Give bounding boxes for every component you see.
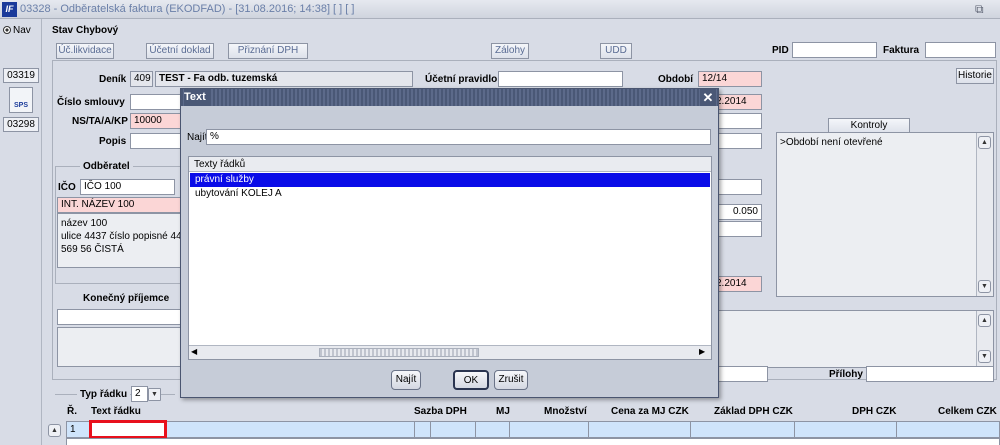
upper-right-field-2[interactable] xyxy=(712,133,762,149)
zalohy-button[interactable]: Zálohy xyxy=(491,43,529,59)
ucetni-likvidace-button[interactable]: Úč.likvidace xyxy=(56,43,114,59)
chevron-down-icon[interactable]: ▼ xyxy=(148,388,161,401)
window-title: 03328 - Odběratelská faktura (EKODFAD) -… xyxy=(20,3,355,15)
find-button[interactable]: Najít xyxy=(391,370,421,390)
window-titlebar: IF 03328 - Odběratelská faktura (EKODFAD… xyxy=(0,0,1000,19)
sps-icon[interactable]: SPS xyxy=(9,87,33,113)
col-header-sazba-dph: Sazba DPH xyxy=(414,406,467,417)
ok-button[interactable]: OK xyxy=(453,370,489,390)
pid-label: PID xyxy=(772,45,789,56)
denik-label: Deník xyxy=(99,74,127,85)
arrow-down-icon[interactable]: ▼ xyxy=(978,350,991,363)
side-button-03298[interactable]: 03298 xyxy=(3,117,39,132)
prilohy-field[interactable] xyxy=(866,366,994,382)
text-radku-input[interactable] xyxy=(89,420,167,439)
arrow-left-icon[interactable]: ◀ xyxy=(191,347,197,356)
faktura-label: Faktura xyxy=(883,45,920,56)
cislo-smlouvy-label: Číslo smlouvy xyxy=(57,97,125,108)
scrollbar-thumb[interactable] xyxy=(319,348,479,357)
col-header-dph-czk: DPH CZK xyxy=(852,406,897,417)
popis-label: Popis xyxy=(99,136,127,147)
col-header-mj: MJ xyxy=(496,406,510,417)
upper-right-field-1[interactable] xyxy=(712,113,762,129)
odberatel-label: Odběratel xyxy=(80,161,133,172)
row-number: 1 xyxy=(70,424,76,435)
historie-button[interactable]: Historie xyxy=(956,68,994,84)
list-header: Texty řádků xyxy=(189,157,711,172)
arrow-up-icon[interactable]: ▲ xyxy=(978,136,991,149)
list-item[interactable]: ubytování KOLEJ A xyxy=(190,187,710,201)
col-header-celkem-czk: Celkem CZK xyxy=(938,406,997,417)
arrow-down-icon[interactable]: ▼ xyxy=(978,280,991,293)
date-field-2[interactable]: 2.2014 xyxy=(712,276,762,292)
ico-field[interactable]: IČO 100 xyxy=(80,179,175,195)
search-input[interactable]: % xyxy=(206,129,711,145)
denik-name-field: TEST - Fa odb. tuzemská xyxy=(155,71,413,87)
col-header-text-radku: Text řádku xyxy=(91,406,141,417)
kontroly-scrollbar[interactable] xyxy=(976,133,993,296)
status-label: Stav xyxy=(52,25,74,36)
side-button-03319[interactable]: 03319 xyxy=(3,68,39,83)
dialog-titlebar[interactable]: Text ✕ xyxy=(181,89,718,106)
arrow-up-icon[interactable]: ▲ xyxy=(978,314,991,327)
address-line-1: název 100 xyxy=(61,218,108,229)
nav-label: Nav xyxy=(13,25,31,36)
ucetni-pravidlo-label: Účetní pravidlo xyxy=(425,74,498,85)
col-header-mnozstvi: Množství xyxy=(544,406,587,417)
app-icon: IF xyxy=(2,2,17,17)
date-field-1[interactable]: 2.2014 xyxy=(712,94,762,110)
typ-radku-field[interactable]: 2 xyxy=(131,386,148,402)
konecny-prijemce-label: Konečný příjemce xyxy=(80,293,173,304)
address-area: název 100 ulice 4437 číslo popisné 4437 … xyxy=(57,213,182,268)
cancel-button[interactable]: Zrušit xyxy=(494,370,528,390)
restore-icon[interactable]: ⧉ xyxy=(975,0,984,19)
kontroly-text: >Období není otevřené xyxy=(780,137,883,148)
nstaakp-label: NS/TA/A/KP xyxy=(72,116,128,127)
list-item[interactable]: právní služby xyxy=(190,173,710,187)
list-horizontal-scrollbar[interactable]: ◀ ▶ xyxy=(189,345,711,359)
denik-field[interactable]: 409 xyxy=(130,71,153,87)
obdobi-field[interactable]: 12/14 xyxy=(698,71,762,87)
rate-field[interactable]: 0.050 xyxy=(712,204,762,220)
konecny-prijemce-field[interactable] xyxy=(57,309,182,325)
table-row[interactable]: 1 xyxy=(66,421,1000,438)
faktura-field[interactable] xyxy=(925,42,996,58)
radio-icon xyxy=(3,26,11,34)
col-header-zaklad-dph: Základ DPH CZK xyxy=(714,406,793,417)
text-dialog: Text ✕ Najít % Texty řádků právní služby… xyxy=(180,88,719,398)
kontroly-area: >Období není otevřené xyxy=(776,132,994,297)
col-header-radek: Ř. xyxy=(67,406,77,417)
konecny-prijemce-area xyxy=(57,327,182,367)
nav-radio[interactable]: Nav xyxy=(3,25,31,36)
udd-button[interactable]: UDD xyxy=(600,43,632,59)
typ-radku-label: Typ řádku xyxy=(77,389,131,400)
right-field-a[interactable] xyxy=(712,179,762,195)
pid-field[interactable] xyxy=(792,42,877,58)
right-field-b[interactable] xyxy=(712,221,762,237)
arrow-up-icon[interactable]: ▲ xyxy=(48,424,61,437)
bottom-right-field[interactable] xyxy=(718,366,768,382)
dialog-title: Text xyxy=(184,89,210,106)
int-nazev-field: INT. NÁZEV 100 xyxy=(57,197,182,213)
priznani-dph-button[interactable]: Přiznání DPH xyxy=(228,43,308,59)
prilohy-label: Přílohy xyxy=(829,369,863,380)
table-row[interactable] xyxy=(66,438,1000,445)
col-header-cena-za-mj: Cena za MJ CZK xyxy=(611,406,689,417)
texty-list: Texty řádků právní služby ubytování KOLE… xyxy=(188,156,712,360)
obdobi-label: Období xyxy=(658,74,693,85)
ico-label: IČO xyxy=(58,182,76,193)
address-line-3: 569 56 ČISTÁ xyxy=(61,244,124,255)
arrow-right-icon[interactable]: ▶ xyxy=(699,347,705,356)
address-line-2: ulice 4437 číslo popisné 4437 xyxy=(61,231,182,242)
status-value: Chybový xyxy=(76,25,119,36)
ucetni-pravidlo-field[interactable] xyxy=(498,71,623,87)
najit-label: Najít xyxy=(187,132,208,143)
right-text-area[interactable] xyxy=(718,310,994,368)
ucetni-doklad-button[interactable]: Účetní doklad xyxy=(146,43,214,59)
close-icon[interactable]: ✕ xyxy=(700,89,716,106)
